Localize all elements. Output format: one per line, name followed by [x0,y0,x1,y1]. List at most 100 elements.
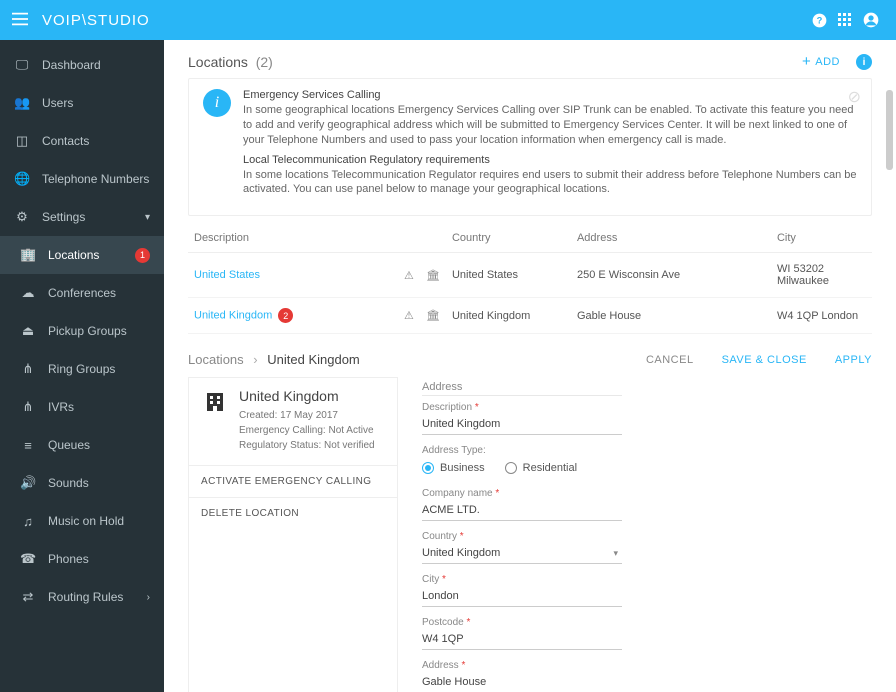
contacts-icon: ◫ [14,133,30,149]
routing-icon: ⇄ [20,589,36,605]
address-type-label: Address Type: [422,445,872,456]
row-description[interactable]: United States [188,253,398,298]
col-country[interactable]: Country [446,224,571,253]
sidebar-label: Ring Groups [48,362,115,376]
sidebar-item-ring-groups[interactable]: ⋔ Ring Groups [0,350,164,388]
row-city: W4 1QP London [771,298,872,334]
sidebar-label: Phones [48,552,89,566]
sidebar-item-locations[interactable]: 🏢Locations1 [0,236,164,274]
building-icon: 🏛 [426,310,440,322]
sidebar-label: Conferences [48,286,116,300]
card-created: Created: 17 May 2017 [239,408,375,423]
radio-business[interactable]: Business [422,462,485,474]
location-form: Address Description * Address Type: Busi… [412,377,872,692]
sidebar-label: Queues [48,438,90,452]
sidebar-label: Music on Hold [48,514,124,528]
country-select[interactable]: ▾ [422,544,622,564]
notice-title: Local Telecommunication Regulatory requi… [243,154,857,166]
sidebar-item-settings[interactable]: ⚙Settings▾ [0,198,164,236]
warning-icon: ⚠ [404,270,414,282]
close-icon[interactable]: ⊘ [848,87,861,107]
form-section-title: Address [422,381,622,396]
notice-box: i Emergency Services Calling In some geo… [188,78,872,216]
sidebar-item-conferences[interactable]: ☁Conferences [0,274,164,312]
row-city: WI 53202 Milwaukee [771,253,872,298]
apply-button[interactable]: APPLY [835,354,872,366]
description-input[interactable] [422,415,622,435]
brand-part1: VOIP [42,12,82,29]
company-label: Company name * [422,488,872,499]
description-label: Description * [422,402,872,413]
chevron-right-icon: › [147,592,150,603]
info-icon[interactable]: i [856,54,872,70]
city-label: City * [422,574,872,585]
summary-card: United Kingdom Created: 17 May 2017 Emer… [188,377,398,692]
brand-logo: VOIP\STUDIO [42,12,150,29]
notice-text: In some locations Telecommunication Regu… [243,168,857,198]
sidebar-label: Contacts [42,134,89,148]
info-icon: i [203,89,231,117]
page-header: Locations (2) +ADD i [188,54,872,70]
cancel-button[interactable]: CANCEL [646,354,694,366]
sidebar-item-sounds[interactable]: 🔊Sounds [0,464,164,502]
sidebar-item-contacts[interactable]: ◫ Contacts [0,122,164,160]
sidebar-label: Dashboard [42,58,101,72]
hamburger-icon[interactable] [12,12,30,29]
phone-icon: ☎ [20,551,36,567]
sidebar-label: Users [42,96,73,110]
delete-location-button[interactable]: DELETE LOCATION [189,498,397,529]
radio-residential[interactable]: Residential [505,462,577,474]
breadcrumb-root[interactable]: Locations [188,352,244,367]
city-input[interactable] [422,587,622,607]
col-description[interactable]: Description [188,224,398,253]
sidebar-label: Pickup Groups [48,324,127,338]
breadcrumb: Locations › United Kingdom [188,352,360,367]
building-icon: 🏛 [426,270,440,282]
ring-icon: ⋔ [20,361,36,377]
postcode-input[interactable] [422,630,622,650]
company-input[interactable] [422,501,622,521]
sidebar-label: Telephone Numbers [42,172,149,186]
help-icon[interactable]: ? [806,7,832,33]
sidebar-item-users[interactable]: 👥Users [0,84,164,122]
sidebar-item-pickup-groups[interactable]: ⏏Pickup Groups [0,312,164,350]
sidebar-label: IVRs [48,400,74,414]
country-label: Country * [422,531,872,542]
breadcrumb-current: United Kingdom [267,352,360,367]
address-label: Address * [422,660,872,671]
row-address: 250 E Wisconsin Ave [571,253,771,298]
postcode-label: Postcode * [422,617,872,628]
row-description[interactable]: United Kingdom2 [188,298,398,334]
save-close-button[interactable]: SAVE & CLOSE [722,354,807,366]
card-regulatory: Regulatory Status: Not verified [239,438,375,453]
sidebar-label: Routing Rules [48,590,123,604]
gear-icon: ⚙ [14,209,30,225]
sidebar-item-phones[interactable]: ☎ Phones [0,540,164,578]
sidebar-label: Sounds [48,476,89,490]
address-input[interactable] [422,673,622,692]
apps-icon[interactable] [832,7,858,33]
sidebar-item-dashboard[interactable]: 🖵Dashboard [0,46,164,84]
warning-icon: ⚠ [404,310,414,322]
sidebar-item-routing[interactable]: ⇄ Routing Rules › [0,578,164,616]
sidebar-item-moh[interactable]: ♫Music on Hold [0,502,164,540]
badge: 2 [278,308,293,323]
scrollbar[interactable] [886,90,893,170]
row-country: United States [446,253,571,298]
topbar: VOIP\STUDIO ? [0,0,896,40]
col-city[interactable]: City [771,224,872,253]
country-value[interactable] [422,544,609,563]
sidebar-item-telephone-numbers[interactable]: 🌐Telephone Numbers [0,160,164,198]
table-row[interactable]: United Kingdom2 ⚠ 🏛 United Kingdom Gable… [188,298,872,334]
radio-icon [505,462,517,474]
sidebar-item-queues[interactable]: ≡ Queues [0,426,164,464]
sidebar-item-ivrs[interactable]: ⋔IVRs [0,388,164,426]
brand-part2: STUDIO [87,12,150,29]
add-button[interactable]: +ADD [802,56,840,68]
activate-emergency-button[interactable]: ACTIVATE EMERGENCY CALLING [189,466,397,498]
queue-icon: ≡ [20,438,36,453]
account-icon[interactable] [858,7,884,33]
table-row[interactable]: United States ⚠ 🏛 United States 250 E Wi… [188,253,872,298]
main-panel: Locations (2) +ADD i i Emergency Service… [164,40,896,692]
col-address[interactable]: Address [571,224,771,253]
